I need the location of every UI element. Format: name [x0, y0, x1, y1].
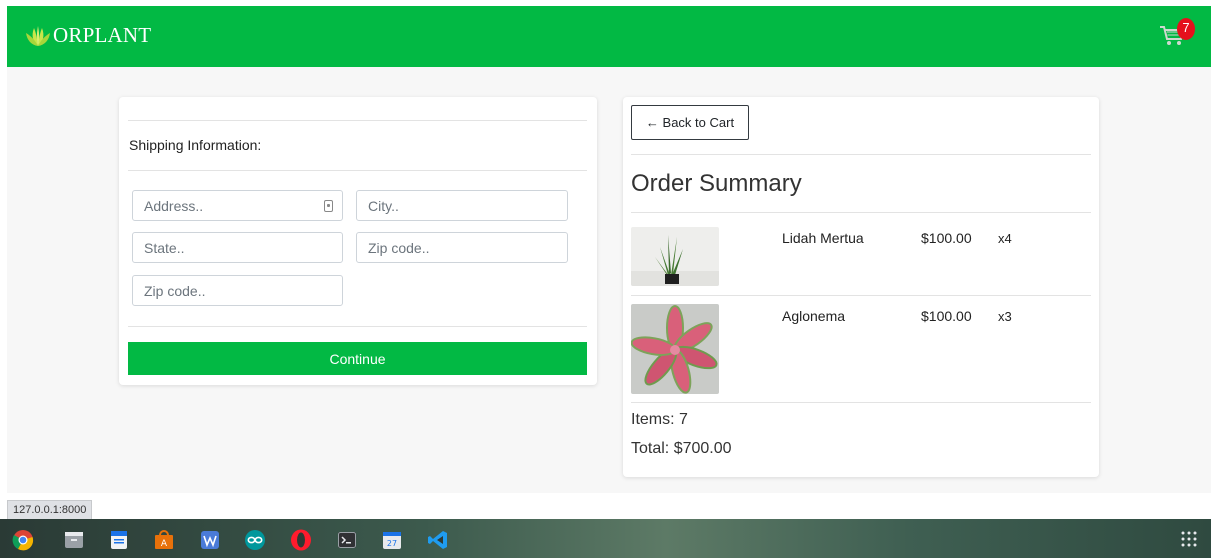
software-center-icon[interactable]: A [153, 529, 175, 551]
brand-name: ORPLANT [53, 23, 152, 47]
arduino-icon[interactable] [244, 529, 266, 551]
svg-text:27: 27 [387, 539, 397, 548]
divider [631, 295, 1091, 296]
divider [128, 120, 587, 121]
status-url-tooltip: 127.0.0.1:8000 [7, 500, 93, 520]
item-name: Lidah Mertua [782, 230, 864, 246]
divider [128, 170, 587, 171]
item-quantity: x3 [998, 309, 1012, 324]
aglonema-photo [631, 304, 719, 394]
chrome-icon[interactable] [12, 529, 34, 551]
divider [631, 212, 1091, 213]
item-image-aglonema [631, 304, 719, 394]
item-quantity: x4 [998, 231, 1012, 246]
address-input[interactable] [132, 190, 343, 221]
divider [631, 154, 1091, 155]
autofill-contact-icon[interactable] [324, 200, 333, 212]
vscode-icon[interactable] [427, 529, 449, 551]
files-icon[interactable] [63, 529, 85, 551]
text-editor-icon[interactable] [108, 529, 130, 551]
terminal-icon[interactable] [336, 529, 358, 551]
shipping-title: Shipping Information: [129, 137, 262, 153]
state-input[interactable] [132, 232, 343, 263]
items-count: Items: 7 [631, 411, 688, 428]
cart-count-badge: 7 [1177, 18, 1195, 40]
divider [631, 402, 1091, 403]
brand[interactable]: ORPLANT [25, 23, 151, 48]
city-input[interactable] [356, 190, 568, 221]
opera-icon[interactable] [290, 529, 312, 551]
order-summary-card: ← Back to Cart Order Summary Lidah Mertu… [623, 97, 1099, 477]
calendar-icon[interactable]: 27 [381, 529, 403, 551]
snake-plant-photo [631, 227, 719, 286]
app-launcher-icon[interactable] [1180, 530, 1198, 548]
order-total: Total: $700.00 [631, 440, 732, 457]
navbar: ORPLANT 7 [7, 6, 1211, 67]
item-price: $100.00 [921, 230, 972, 246]
item-name: Aglonema [782, 308, 846, 324]
taskbar: A 27 [0, 519, 1211, 558]
address-field-wrapper [132, 190, 343, 223]
continue-button[interactable]: Continue [128, 342, 587, 375]
wps-writer-icon[interactable] [199, 529, 221, 551]
shipping-card: Shipping Information: Continue [119, 97, 597, 385]
back-to-cart-button[interactable]: ← Back to Cart [631, 105, 749, 140]
zip-code-input[interactable] [356, 232, 568, 263]
item-image-snake-plant [631, 227, 719, 286]
item-price: $100.00 [921, 308, 972, 324]
cart-button[interactable]: 7 [1159, 18, 1203, 50]
divider [128, 326, 587, 327]
zip-code-input-2[interactable] [132, 275, 343, 306]
leaf-logo-icon [26, 25, 50, 46]
svg-text:A: A [161, 539, 168, 549]
order-summary-title: Order Summary [631, 170, 802, 197]
